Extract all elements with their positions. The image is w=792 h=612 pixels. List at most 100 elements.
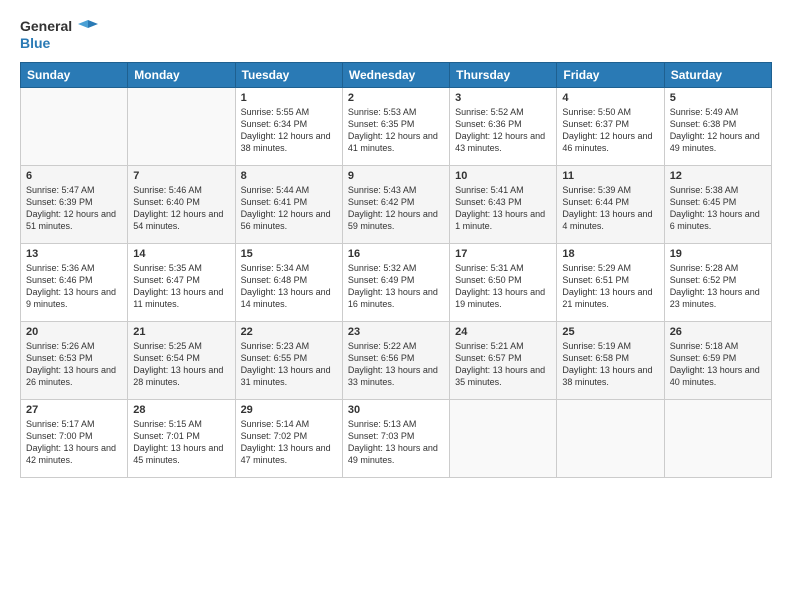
day-number: 19 [670, 248, 766, 260]
day-number: 24 [455, 326, 551, 338]
calendar-header-monday: Monday [128, 62, 235, 87]
day-info: Sunrise: 5:36 AM Sunset: 6:46 PM Dayligh… [26, 262, 122, 311]
calendar-header-friday: Friday [557, 62, 664, 87]
day-info: Sunrise: 5:44 AM Sunset: 6:41 PM Dayligh… [241, 184, 337, 233]
calendar-cell: 22 Sunrise: 5:23 AM Sunset: 6:55 PM Dayli… [235, 321, 342, 399]
calendar-cell: 15Sunrise: 5:34 AM Sunset: 6:48 PM Dayli… [235, 243, 342, 321]
calendar-cell: 29Sunrise: 5:14 AM Sunset: 7:02 PM Dayli… [235, 399, 342, 477]
calendar-week-5: 27 Sunrise: 5:17 AM Sunset: 7:00 PM Dayli… [21, 399, 772, 477]
day-number: 29 [241, 404, 337, 416]
calendar-header-saturday: Saturday [664, 62, 771, 87]
day-number: 13 [26, 248, 122, 260]
day-info: Sunrise: 5:47 AM Sunset: 6:39 PM Dayligh… [26, 184, 122, 233]
day-number: 25 [562, 326, 658, 338]
day-number: 22 [241, 326, 337, 338]
logo-bird-icon [78, 20, 98, 34]
logo-text: General Blue [20, 18, 98, 52]
calendar-cell: 9 Sunrise: 5:43 AM Sunset: 6:42 PM Daylig… [342, 165, 449, 243]
day-number: 12 [670, 170, 766, 182]
day-info: Sunrise: 5:55 AM Sunset: 6:34 PM Dayligh… [241, 106, 337, 155]
day-number: 5 [670, 92, 766, 104]
calendar-cell [128, 87, 235, 165]
day-number: 4 [562, 92, 658, 104]
calendar-cell [557, 399, 664, 477]
calendar-cell: 21 Sunrise: 5:25 AM Sunset: 6:54 PM Dayli… [128, 321, 235, 399]
day-number: 8 [241, 170, 337, 182]
day-number: 9 [348, 170, 444, 182]
calendar-week-4: 20 Sunrise: 5:26 AM Sunset: 6:53 PM Dayli… [21, 321, 772, 399]
day-info: Sunrise: 5:34 AM Sunset: 6:48 PM Dayligh… [241, 262, 337, 311]
day-info: Sunrise: 5:31 AM Sunset: 6:50 PM Dayligh… [455, 262, 551, 311]
calendar-cell [664, 399, 771, 477]
calendar-cell: 18 Sunrise: 5:29 AM Sunset: 6:51 PM Dayli… [557, 243, 664, 321]
day-info: Sunrise: 5:39 AM Sunset: 6:44 PM Dayligh… [562, 184, 658, 233]
day-number: 2 [348, 92, 444, 104]
calendar-week-1: 1Sunrise: 5:55 AM Sunset: 6:34 PM Daylig… [21, 87, 772, 165]
header: General Blue [20, 18, 772, 52]
day-info: Sunrise: 5:25 AM Sunset: 6:54 PM Dayligh… [133, 340, 229, 389]
calendar-cell: 20 Sunrise: 5:26 AM Sunset: 6:53 PM Dayli… [21, 321, 128, 399]
calendar-header-wednesday: Wednesday [342, 62, 449, 87]
day-info: Sunrise: 5:18 AM Sunset: 6:59 PM Dayligh… [670, 340, 766, 389]
day-info: Sunrise: 5:17 AM Sunset: 7:00 PM Dayligh… [26, 418, 122, 467]
day-number: 14 [133, 248, 229, 260]
calendar-cell: 2 Sunrise: 5:53 AM Sunset: 6:35 PM Daylig… [342, 87, 449, 165]
calendar-cell: 26 Sunrise: 5:18 AM Sunset: 6:59 PM Dayli… [664, 321, 771, 399]
day-number: 30 [348, 404, 444, 416]
day-number: 16 [348, 248, 444, 260]
day-number: 11 [562, 170, 658, 182]
day-info: Sunrise: 5:13 AM Sunset: 7:03 PM Dayligh… [348, 418, 444, 467]
day-info: Sunrise: 5:22 AM Sunset: 6:56 PM Dayligh… [348, 340, 444, 389]
page: General Blue SundayMondayTuesdayWednesda… [0, 0, 792, 612]
calendar-cell: 25Sunrise: 5:19 AM Sunset: 6:58 PM Dayli… [557, 321, 664, 399]
calendar-header-thursday: Thursday [450, 62, 557, 87]
day-info: Sunrise: 5:32 AM Sunset: 6:49 PM Dayligh… [348, 262, 444, 311]
day-number: 3 [455, 92, 551, 104]
day-info: Sunrise: 5:52 AM Sunset: 6:36 PM Dayligh… [455, 106, 551, 155]
calendar-cell: 23 Sunrise: 5:22 AM Sunset: 6:56 PM Dayli… [342, 321, 449, 399]
day-info: Sunrise: 5:23 AM Sunset: 6:55 PM Dayligh… [241, 340, 337, 389]
logo: General Blue [20, 18, 98, 52]
calendar-cell: 12 Sunrise: 5:38 AM Sunset: 6:45 PM Dayli… [664, 165, 771, 243]
calendar-cell [21, 87, 128, 165]
calendar-table: SundayMondayTuesdayWednesdayThursdayFrid… [20, 62, 772, 478]
calendar-cell: 10Sunrise: 5:41 AM Sunset: 6:43 PM Dayli… [450, 165, 557, 243]
day-number: 23 [348, 326, 444, 338]
calendar-cell: 11 Sunrise: 5:39 AM Sunset: 6:44 PM Dayli… [557, 165, 664, 243]
calendar-week-3: 13 Sunrise: 5:36 AM Sunset: 6:46 PM Dayli… [21, 243, 772, 321]
calendar-cell: 13 Sunrise: 5:36 AM Sunset: 6:46 PM Dayli… [21, 243, 128, 321]
calendar-cell: 30 Sunrise: 5:13 AM Sunset: 7:03 PM Dayli… [342, 399, 449, 477]
day-info: Sunrise: 5:50 AM Sunset: 6:37 PM Dayligh… [562, 106, 658, 155]
day-number: 27 [26, 404, 122, 416]
day-info: Sunrise: 5:29 AM Sunset: 6:51 PM Dayligh… [562, 262, 658, 311]
calendar-cell: 14 Sunrise: 5:35 AM Sunset: 6:47 PM Dayli… [128, 243, 235, 321]
calendar-cell: 28 Sunrise: 5:15 AM Sunset: 7:01 PM Dayli… [128, 399, 235, 477]
day-info: Sunrise: 5:46 AM Sunset: 6:40 PM Dayligh… [133, 184, 229, 233]
day-info: Sunrise: 5:15 AM Sunset: 7:01 PM Dayligh… [133, 418, 229, 467]
day-info: Sunrise: 5:38 AM Sunset: 6:45 PM Dayligh… [670, 184, 766, 233]
day-info: Sunrise: 5:53 AM Sunset: 6:35 PM Dayligh… [348, 106, 444, 155]
day-number: 21 [133, 326, 229, 338]
calendar-cell: 3 Sunrise: 5:52 AM Sunset: 6:36 PM Daylig… [450, 87, 557, 165]
calendar-cell: 24 Sunrise: 5:21 AM Sunset: 6:57 PM Dayli… [450, 321, 557, 399]
calendar-cell: 7Sunrise: 5:46 AM Sunset: 6:40 PM Daylig… [128, 165, 235, 243]
calendar-cell: 19Sunrise: 5:28 AM Sunset: 6:52 PM Dayli… [664, 243, 771, 321]
day-info: Sunrise: 5:41 AM Sunset: 6:43 PM Dayligh… [455, 184, 551, 233]
calendar-cell: 17 Sunrise: 5:31 AM Sunset: 6:50 PM Dayli… [450, 243, 557, 321]
calendar-cell [450, 399, 557, 477]
calendar-week-2: 6Sunrise: 5:47 AM Sunset: 6:39 PM Daylig… [21, 165, 772, 243]
day-number: 17 [455, 248, 551, 260]
calendar-cell: 6Sunrise: 5:47 AM Sunset: 6:39 PM Daylig… [21, 165, 128, 243]
day-info: Sunrise: 5:21 AM Sunset: 6:57 PM Dayligh… [455, 340, 551, 389]
calendar-cell: 27 Sunrise: 5:17 AM Sunset: 7:00 PM Dayli… [21, 399, 128, 477]
day-number: 28 [133, 404, 229, 416]
calendar-cell: 1Sunrise: 5:55 AM Sunset: 6:34 PM Daylig… [235, 87, 342, 165]
day-number: 26 [670, 326, 766, 338]
day-number: 18 [562, 248, 658, 260]
day-info: Sunrise: 5:35 AM Sunset: 6:47 PM Dayligh… [133, 262, 229, 311]
calendar-header-tuesday: Tuesday [235, 62, 342, 87]
day-number: 20 [26, 326, 122, 338]
calendar-header-sunday: Sunday [21, 62, 128, 87]
day-info: Sunrise: 5:43 AM Sunset: 6:42 PM Dayligh… [348, 184, 444, 233]
day-info: Sunrise: 5:26 AM Sunset: 6:53 PM Dayligh… [26, 340, 122, 389]
